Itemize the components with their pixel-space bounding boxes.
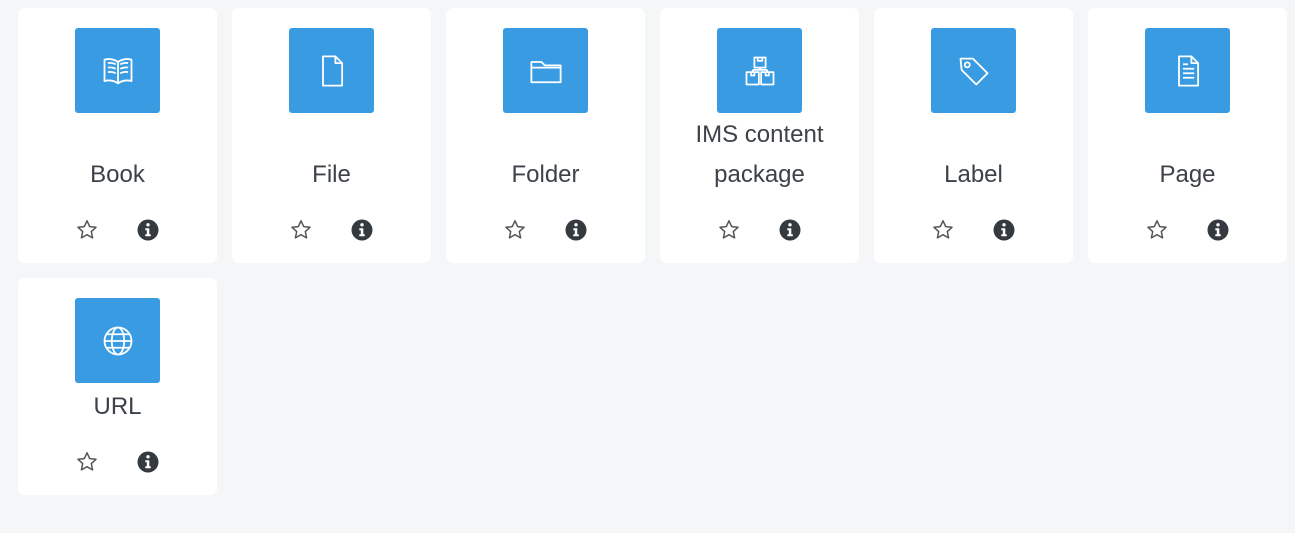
star-icon[interactable] bbox=[288, 217, 314, 243]
module-name: URL bbox=[93, 393, 142, 420]
star-icon[interactable] bbox=[716, 217, 742, 243]
book-icon bbox=[75, 28, 160, 113]
module-card-url[interactable]: URL bbox=[18, 278, 217, 495]
info-icon[interactable] bbox=[135, 449, 161, 475]
info-icon[interactable] bbox=[135, 217, 161, 243]
star-icon[interactable] bbox=[74, 217, 100, 243]
tag-icon bbox=[931, 28, 1016, 113]
module-card-book[interactable]: Book bbox=[18, 8, 217, 263]
module-card-label[interactable]: Label bbox=[874, 8, 1073, 263]
star-icon[interactable] bbox=[1144, 217, 1170, 243]
info-icon[interactable] bbox=[777, 217, 803, 243]
module-name: Label bbox=[944, 161, 1003, 188]
info-icon[interactable] bbox=[991, 217, 1017, 243]
module-name: File bbox=[312, 161, 351, 188]
module-name: IMS content package bbox=[695, 121, 824, 188]
file-icon bbox=[289, 28, 374, 113]
module-card-folder[interactable]: Folder bbox=[446, 8, 645, 263]
info-icon[interactable] bbox=[349, 217, 375, 243]
module-name: Folder bbox=[511, 161, 580, 188]
star-icon[interactable] bbox=[930, 217, 956, 243]
globe-icon bbox=[75, 298, 160, 383]
module-card-ims-content-package[interactable]: IMS content package bbox=[660, 8, 859, 263]
module-name: Page bbox=[1159, 161, 1216, 188]
module-card-page[interactable]: Page bbox=[1088, 8, 1287, 263]
info-icon[interactable] bbox=[563, 217, 589, 243]
folder-icon bbox=[503, 28, 588, 113]
activity-chooser-grid: Book File Folder IMS content package Lab… bbox=[18, 8, 1287, 533]
module-card-file[interactable]: File bbox=[232, 8, 431, 263]
module-name: Book bbox=[90, 161, 145, 188]
star-icon[interactable] bbox=[74, 449, 100, 475]
page-icon bbox=[1145, 28, 1230, 113]
star-icon[interactable] bbox=[502, 217, 528, 243]
package-icon bbox=[717, 28, 802, 113]
info-icon[interactable] bbox=[1205, 217, 1231, 243]
